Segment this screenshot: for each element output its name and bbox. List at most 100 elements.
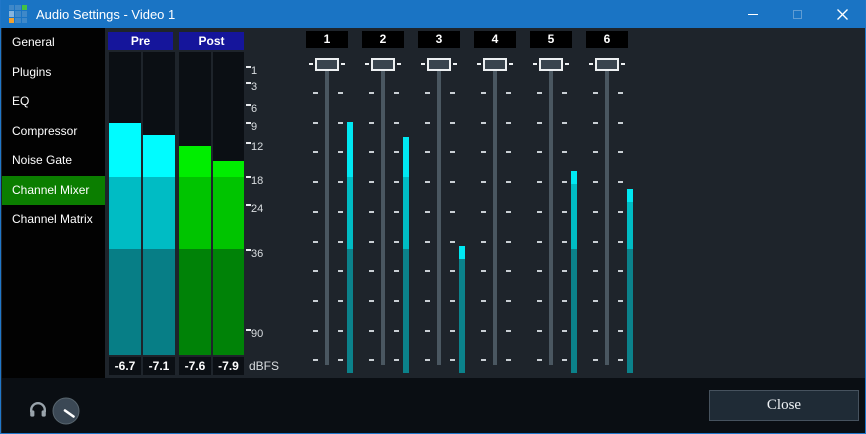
fader-scale-tick bbox=[506, 211, 511, 213]
post-meter-right bbox=[213, 52, 244, 355]
fader-scale-tick bbox=[593, 359, 598, 361]
fader-scale-tick bbox=[394, 241, 399, 243]
fader-scale-tick bbox=[618, 92, 623, 94]
sidebar-item-channel-mixer[interactable]: Channel Mixer bbox=[2, 176, 105, 206]
meter-level-segment bbox=[179, 249, 211, 355]
fader-track-5[interactable] bbox=[549, 70, 553, 365]
fader-scale-tick bbox=[506, 330, 511, 332]
fader-scale-tick bbox=[313, 122, 318, 124]
fader-scale-tick bbox=[369, 151, 374, 153]
headphone-volume-knob[interactable] bbox=[52, 397, 80, 425]
meter-level-segment bbox=[459, 259, 465, 373]
fader-scale-tick bbox=[537, 270, 542, 272]
fader-scale-tick bbox=[593, 330, 598, 332]
fader-channel-4: 4 bbox=[467, 28, 523, 378]
fader-scale-tick bbox=[338, 359, 343, 361]
fader-scale-tick bbox=[618, 359, 623, 361]
fader-scale-tick bbox=[562, 359, 567, 361]
fader-scale-tick bbox=[425, 92, 430, 94]
fader-scale-tick bbox=[506, 92, 511, 94]
pre-meter-right bbox=[143, 52, 175, 355]
meter-level-segment bbox=[143, 135, 175, 177]
fader-channel-5: 5 bbox=[523, 28, 579, 378]
fader-scale-tick bbox=[481, 92, 486, 94]
sidebar-item-general[interactable]: General bbox=[2, 28, 105, 58]
sidebar-item-noise-gate[interactable]: Noise Gate bbox=[2, 146, 105, 176]
fader-scale-tick bbox=[593, 181, 598, 183]
meter-level-segment bbox=[403, 249, 409, 373]
fader-scale-tick bbox=[593, 241, 598, 243]
fader-scale-tick bbox=[593, 92, 598, 94]
minimize-button[interactable] bbox=[730, 0, 775, 28]
fader-scale-tick bbox=[313, 359, 318, 361]
sidebar-item-eq[interactable]: EQ bbox=[2, 87, 105, 117]
fader-handle-tick bbox=[453, 63, 457, 65]
fader-handle-1[interactable] bbox=[315, 58, 339, 71]
fader-scale-tick bbox=[450, 211, 455, 213]
fader-scale-tick bbox=[537, 181, 542, 183]
fader-handle-4[interactable] bbox=[483, 58, 507, 71]
scale-number: 9 bbox=[251, 121, 257, 134]
fader-scale-tick bbox=[618, 151, 623, 153]
fader-scale-tick bbox=[450, 359, 455, 361]
fader-scale-tick bbox=[481, 270, 486, 272]
settings-sidebar: General Plugins EQ Compressor Noise Gate… bbox=[2, 28, 105, 433]
meter-level-segment bbox=[403, 177, 409, 249]
headphones-icon[interactable] bbox=[28, 399, 48, 419]
channel-5-label: 5 bbox=[530, 31, 572, 48]
fader-scale-tick bbox=[562, 122, 567, 124]
fader-scale-tick bbox=[425, 300, 430, 302]
scale-number: 12 bbox=[251, 141, 263, 154]
fader-scale-tick bbox=[481, 151, 486, 153]
scale-number: 1 bbox=[251, 65, 257, 78]
fader-handle-2[interactable] bbox=[371, 58, 395, 71]
fader-scale-tick bbox=[618, 241, 623, 243]
sidebar-item-compressor[interactable]: Compressor bbox=[2, 117, 105, 147]
fader-scale-tick bbox=[313, 241, 318, 243]
fader-scale-tick bbox=[369, 122, 374, 124]
fader-scale-tick bbox=[394, 211, 399, 213]
fader-handle-5[interactable] bbox=[539, 58, 563, 71]
channel-3-label: 3 bbox=[418, 31, 460, 48]
fader-scale-tick bbox=[338, 270, 343, 272]
meter-level-segment bbox=[109, 123, 141, 177]
close-window-button[interactable] bbox=[820, 0, 865, 28]
fader-scale-tick bbox=[338, 122, 343, 124]
fader-scale-tick bbox=[593, 122, 598, 124]
pre-meter-left bbox=[109, 52, 141, 355]
fader-track-1[interactable] bbox=[325, 70, 329, 365]
fader-track-6[interactable] bbox=[605, 70, 609, 365]
fader-scale-tick bbox=[506, 241, 511, 243]
channel-1-label: 1 bbox=[306, 31, 348, 48]
fader-channel-1: 1 bbox=[299, 28, 355, 378]
fader-scale-tick bbox=[506, 270, 511, 272]
fader-handle-tick bbox=[509, 63, 513, 65]
fader-scale-tick bbox=[313, 151, 318, 153]
sidebar-item-channel-matrix[interactable]: Channel Matrix bbox=[2, 205, 105, 235]
fader-track-3[interactable] bbox=[437, 70, 441, 365]
fader-scale-tick bbox=[450, 122, 455, 124]
post-meter-button[interactable]: Post bbox=[179, 32, 244, 50]
fader-scale-tick bbox=[450, 330, 455, 332]
fader-scale-tick bbox=[481, 359, 486, 361]
fader-scale-tick bbox=[537, 151, 542, 153]
fader-scale-tick bbox=[313, 300, 318, 302]
fader-scale-tick bbox=[537, 122, 542, 124]
pre-meter-button[interactable]: Pre bbox=[108, 32, 173, 50]
fader-scale-tick bbox=[506, 300, 511, 302]
fader-track-2[interactable] bbox=[381, 70, 385, 365]
minimize-icon bbox=[748, 14, 758, 15]
fader-scale-tick bbox=[369, 330, 374, 332]
fader-handle-3[interactable] bbox=[427, 58, 451, 71]
fader-scale-tick bbox=[537, 211, 542, 213]
close-button[interactable]: Close bbox=[709, 390, 859, 421]
fader-track-4[interactable] bbox=[493, 70, 497, 365]
fader-handle-6[interactable] bbox=[595, 58, 619, 71]
fader-scale-tick bbox=[369, 359, 374, 361]
fader-handle-tick bbox=[341, 63, 345, 65]
fader-scale-tick bbox=[481, 300, 486, 302]
fader-scale-tick bbox=[338, 211, 343, 213]
maximize-icon bbox=[793, 10, 802, 19]
meter-level-segment bbox=[213, 161, 244, 177]
sidebar-item-plugins[interactable]: Plugins bbox=[2, 58, 105, 88]
